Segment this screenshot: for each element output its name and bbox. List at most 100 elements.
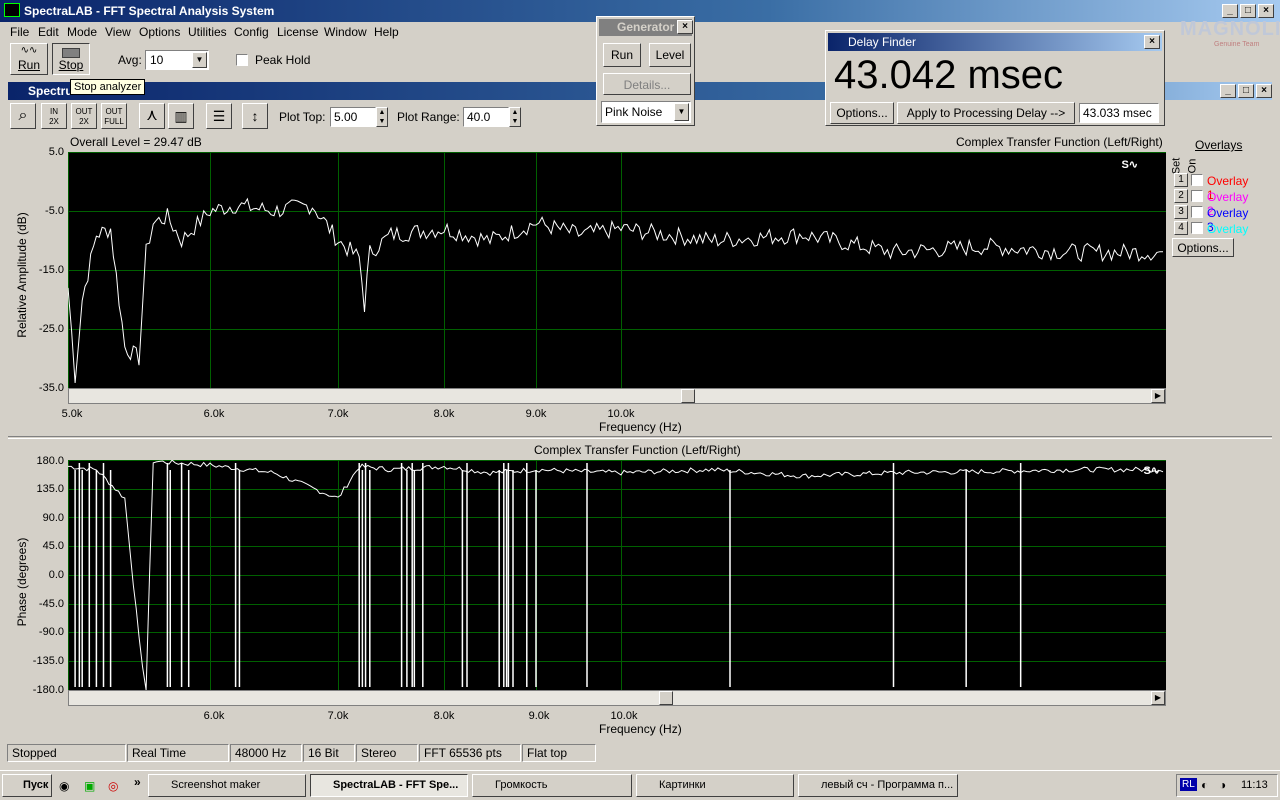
menu-edit[interactable]: Edit xyxy=(38,25,59,39)
task-spectralab[interactable]: SpectraLAB - FFT Spe... xyxy=(310,774,468,797)
delay-finder-close-icon[interactable]: × xyxy=(1144,35,1160,49)
run-label: Run xyxy=(17,58,40,72)
task-pictures[interactable]: Картинки xyxy=(636,774,794,797)
bottom-scroll-thumb[interactable] xyxy=(659,691,673,705)
peak-hold-checkbox[interactable] xyxy=(236,54,248,66)
zoom-icon[interactable]: ⌕ xyxy=(10,103,36,129)
y-tick: 5.0 xyxy=(48,146,64,158)
plot-top-spinner[interactable]: ▲ ▼ xyxy=(376,107,388,127)
noise-type-select[interactable]: Pink Noise ▼ xyxy=(601,101,691,123)
top-scrollbar[interactable]: ▶ xyxy=(68,388,1166,404)
menu-config[interactable]: Config xyxy=(234,25,269,39)
generator-level-button[interactable]: Level xyxy=(649,43,691,67)
phase-plot[interactable]: S∿ xyxy=(68,460,1166,690)
overlay-set-button[interactable]: 4 xyxy=(1174,221,1188,235)
signal-icon[interactable]: S∿ xyxy=(1121,158,1138,171)
network-icon[interactable]: ◐ xyxy=(1201,778,1208,792)
y-tick: 45.0 xyxy=(42,540,64,552)
overlay-set-button[interactable]: 2 xyxy=(1174,189,1188,203)
menu-options[interactable]: Options xyxy=(139,25,180,39)
overlay-checkbox[interactable] xyxy=(1191,190,1203,202)
maximize-icon[interactable]: □ xyxy=(1240,4,1256,18)
stop-button[interactable]: Stop xyxy=(52,43,90,75)
scroll-right-icon[interactable]: ▶ xyxy=(1151,389,1165,403)
overlay-set-button[interactable]: 1 xyxy=(1174,173,1188,187)
inner-minimize-icon[interactable]: _ xyxy=(1220,84,1236,98)
generator-close-icon[interactable]: × xyxy=(677,20,693,34)
plot-top-input[interactable]: 5.00 xyxy=(330,107,376,127)
phase-svg xyxy=(68,460,1164,690)
generator-run-button[interactable]: Run xyxy=(603,43,641,67)
system-tray: RL ◐ ◑ 11:13 xyxy=(1176,774,1278,797)
avg-label: Avg: xyxy=(118,53,142,67)
task-volume[interactable]: Громкость xyxy=(472,774,632,797)
status-channels: Stereo xyxy=(356,744,418,762)
zoom-out-icon[interactable]: OUT 2X xyxy=(71,103,97,129)
top-scroll-thumb[interactable] xyxy=(681,389,695,403)
inner-window-title: Spectru xyxy=(28,84,73,98)
x-tick: 7.0k xyxy=(327,408,349,420)
zoom-in-icon[interactable]: IN 2X xyxy=(41,103,67,129)
watermark-text: MAGNOLIA xyxy=(1180,18,1280,40)
overlay-checkbox[interactable] xyxy=(1191,174,1203,186)
inner-maximize-icon[interactable]: □ xyxy=(1238,84,1254,98)
overlay-checkbox[interactable] xyxy=(1191,222,1203,234)
bottom-plot-xlabel: Frequency (Hz) xyxy=(599,722,682,736)
task-program[interactable]: левый сч - Программа п... xyxy=(798,774,958,797)
range-icon[interactable]: ↕ xyxy=(242,103,268,129)
scroll-right-icon[interactable]: ▶ xyxy=(1151,691,1165,705)
overlays-title: Overlays xyxy=(1195,138,1243,152)
status-state: Stopped xyxy=(7,744,126,762)
overlays-options-button[interactable]: Options... xyxy=(1172,238,1234,257)
overlays-on-label: On xyxy=(1186,158,1199,174)
x-tick: 10.0k xyxy=(607,408,635,420)
y-tick: -90.0 xyxy=(38,626,64,638)
delay-options-button[interactable]: Options... xyxy=(830,102,894,124)
run-button[interactable]: ∿∿ Run xyxy=(10,43,48,75)
menu-help[interactable]: Help xyxy=(374,25,399,39)
delay-finder-titlebar: Delay Finder × xyxy=(828,33,1162,51)
bar-mode-icon[interactable]: ▥ xyxy=(168,103,194,129)
menu-view[interactable]: View xyxy=(105,25,131,39)
speaker-icon[interactable]: ◑ xyxy=(1219,778,1226,792)
stop-label: Stop xyxy=(58,58,84,72)
avg-select[interactable]: 10 ▼ xyxy=(145,50,209,70)
task-screenshot-maker[interactable]: Screenshot maker xyxy=(148,774,306,797)
signal-icon[interactable]: S∿ xyxy=(1143,464,1160,477)
delay-finder-title: Delay Finder xyxy=(848,35,917,49)
plot-range-spinner[interactable]: ▲ ▼ xyxy=(509,107,521,127)
inner-close-icon[interactable]: × xyxy=(1256,84,1272,98)
quicklaunch-icon[interactable]: ◉ xyxy=(59,779,69,793)
minimize-icon[interactable]: _ xyxy=(1222,4,1238,18)
taskbar: Пуск ◉ ▣ ◎ » Screenshot maker SpectraLAB… xyxy=(0,770,1280,800)
delay-field[interactable]: 43.033 msec xyxy=(1079,103,1159,123)
menu-mode[interactable]: Mode xyxy=(67,25,97,39)
y-tick: 90.0 xyxy=(42,512,64,524)
menu-utilities[interactable]: Utilities xyxy=(188,25,227,39)
start-button[interactable]: Пуск xyxy=(2,774,52,797)
plot-range-input[interactable]: 40.0 xyxy=(463,107,509,127)
quicklaunch-icon[interactable]: ◎ xyxy=(108,779,118,793)
menu-file[interactable]: File xyxy=(10,25,29,39)
close-icon[interactable]: × xyxy=(1258,4,1274,18)
bottom-scrollbar[interactable]: ▶ xyxy=(68,690,1166,706)
chevron-down-icon[interactable]: ▼ xyxy=(192,52,207,68)
amplitude-plot[interactable]: S∿ xyxy=(68,152,1166,388)
x-tick: 6.0k xyxy=(203,710,225,722)
quicklaunch-icon[interactable]: ▣ xyxy=(84,779,95,793)
apply-delay-button[interactable]: Apply to Processing Delay --> xyxy=(897,102,1075,124)
plot-splitter[interactable] xyxy=(8,436,1272,439)
generator-details-button[interactable]: Details... xyxy=(603,73,691,95)
menu-license[interactable]: License xyxy=(277,25,318,39)
line-mode-icon[interactable]: ⋏ xyxy=(139,103,165,129)
overlay-set-button[interactable]: 3 xyxy=(1174,205,1188,219)
table-icon[interactable]: ☰ xyxy=(206,103,232,129)
bottom-plot-title: Complex Transfer Function (Left/Right) xyxy=(534,443,741,457)
zoom-full-icon[interactable]: OUT FULL xyxy=(101,103,127,129)
chevron-down-icon[interactable]: ▼ xyxy=(674,103,689,121)
menu-window[interactable]: Window xyxy=(324,25,367,39)
avg-value: 10 xyxy=(150,53,164,67)
chevron-right-icon[interactable]: » xyxy=(134,775,141,789)
language-indicator[interactable]: RL xyxy=(1180,778,1197,791)
overlay-checkbox[interactable] xyxy=(1191,206,1203,218)
